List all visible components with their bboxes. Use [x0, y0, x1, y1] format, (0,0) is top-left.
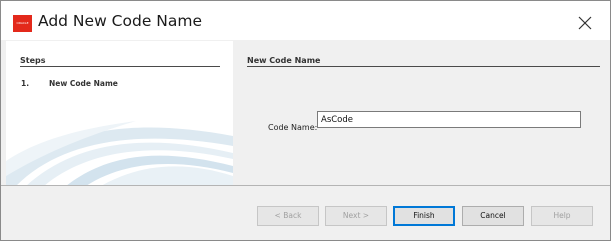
steps-panel: Steps 1. New Code Name — [6, 41, 233, 186]
dialog-content: Steps 1. New Code Name New Code Name Cod… — [1, 40, 610, 186]
step-number: 1. — [21, 79, 30, 88]
step-item-new-code-name[interactable]: New Code Name — [49, 79, 118, 88]
main-panel: New Code Name Code Name: — [233, 41, 609, 186]
section-header: New Code Name — [247, 56, 321, 65]
code-name-label: Code Name: — [268, 123, 318, 132]
section-divider — [247, 66, 600, 67]
cancel-button[interactable]: Cancel — [462, 206, 524, 226]
title-bar: ORACLE Add New Code Name — [1, 1, 610, 39]
close-icon — [578, 16, 592, 30]
button-bar: < Back Next > Finish Cancel Help — [1, 186, 610, 240]
back-button[interactable]: < Back — [257, 206, 319, 226]
finish-button[interactable]: Finish — [393, 206, 455, 226]
close-button[interactable] — [571, 11, 599, 35]
dialog-title: Add New Code Name — [38, 12, 203, 30]
help-button[interactable]: Help — [531, 206, 593, 226]
next-button[interactable]: Next > — [325, 206, 387, 226]
oracle-logo-icon: ORACLE — [13, 15, 32, 32]
dialog-window: ORACLE Add New Code Name Steps 1. New Co… — [0, 0, 611, 241]
steps-divider — [20, 66, 220, 67]
steps-header: Steps — [20, 56, 46, 65]
code-name-input[interactable] — [317, 111, 581, 128]
